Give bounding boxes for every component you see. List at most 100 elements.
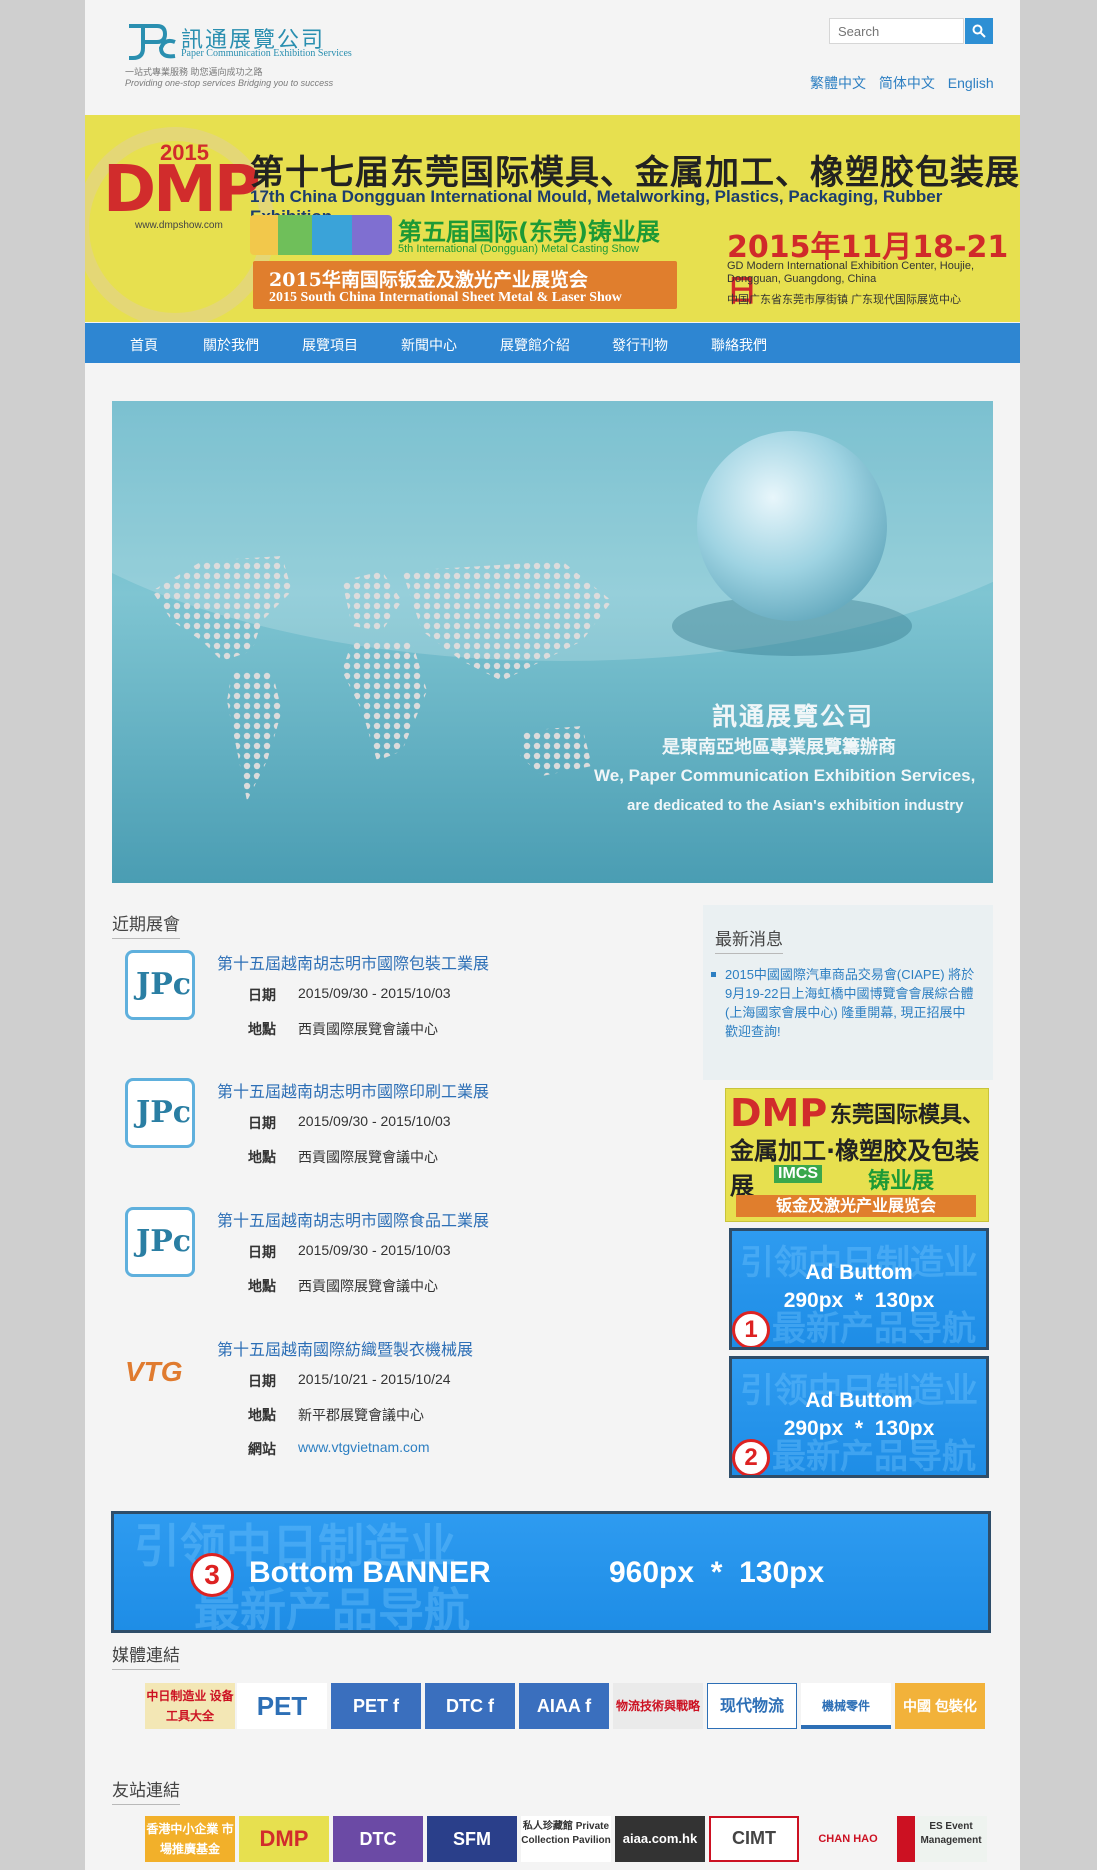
event-title[interactable]: 第十五屆越南胡志明市國際包裝工業展: [217, 950, 489, 974]
event-item: VTG 第十五屆越南國際紡織暨製衣機械展 日期 2015/10/21 - 201…: [125, 1336, 665, 1457]
nav-contact[interactable]: 聯絡我們: [711, 335, 767, 355]
news-item-link[interactable]: 2015中國國際汽車商品交易會(CIAPE) 將於9月19-22日上海虹橋中國博…: [711, 965, 975, 1041]
events-section-title: 近期展會: [112, 910, 180, 939]
hero-slogan-cn: 是東南亞地區專業展覽籌辦商: [662, 737, 896, 758]
ad-title: Ad Buttom: [805, 1261, 913, 1284]
hero-slogan-en-2: are dedicated to the Asian's exhibition …: [627, 797, 964, 814]
nav-about[interactable]: 關於我們: [203, 335, 259, 355]
dmp-logo: DMP: [103, 153, 261, 227]
media-logo[interactable]: 现代物流: [707, 1683, 797, 1729]
hero-company-cn: 訊通展覽公司: [712, 702, 875, 731]
media-logo[interactable]: PET f: [331, 1683, 421, 1729]
tagline-chinese: 一站式專業服務 助您邁向成功之路: [125, 67, 263, 77]
media-logo[interactable]: 中日制造业 设备工具大全: [145, 1683, 235, 1729]
nav-exhibitions[interactable]: 展覽項目: [302, 335, 358, 355]
event-venue-label: 地點: [248, 1021, 276, 1037]
search-input[interactable]: [829, 18, 964, 44]
header: 訊通展覽公司 Paper Communication Exhibition Se…: [85, 0, 1020, 115]
banner-venue-cn: 中国广东省东莞市厚街镇 广东现代国际展览中心: [727, 294, 962, 306]
media-logo[interactable]: AIAA f: [519, 1683, 609, 1729]
news-title: 最新消息: [715, 925, 783, 954]
side-casting-logo: IMCS: [774, 1165, 822, 1183]
event-venue: 西貢國際展覽會議中心: [298, 1278, 438, 1294]
logo-english-name: Paper Communication Exhibition Services: [181, 48, 352, 59]
side-dmp-title-2: 金属加工·橡塑胶及包装展: [730, 1137, 980, 1200]
friend-logo[interactable]: 香港中小企業 市場推廣基金: [145, 1816, 235, 1862]
nav-news[interactable]: 新聞中心: [401, 335, 457, 355]
ad-number-badge: 1: [732, 1311, 770, 1347]
page: 訊通展覽公司 Paper Communication Exhibition Se…: [85, 0, 1020, 1870]
language-switcher: 繁體中文 简体中文 English: [810, 73, 1003, 93]
event-venue: 西貢國際展覽會議中心: [298, 1149, 438, 1165]
search-icon: [972, 24, 986, 38]
event-logo[interactable]: JPc: [125, 1078, 195, 1148]
event-item: JPc 第十五屆越南胡志明市國際印刷工業展 日期 2015/09/30 - 20…: [125, 1078, 665, 1165]
event-title[interactable]: 第十五屆越南胡志明市國際食品工業展: [217, 1207, 489, 1231]
side-dmp-title-1: 东莞国际模具、: [830, 1103, 985, 1128]
event-date: 2015/09/30 - 2015/10/03: [298, 1113, 451, 1129]
media-logo[interactable]: 中國 包裝化: [895, 1683, 985, 1729]
event-logo[interactable]: JPc: [125, 950, 195, 1020]
ad-button-2[interactable]: 引领中日制造业 最新产品导航 Ad Buttom 290px * 130px 2: [729, 1356, 989, 1478]
company-logo-icon[interactable]: [125, 22, 177, 62]
event-logo[interactable]: JPc: [125, 1207, 195, 1277]
ad-button-1[interactable]: 引领中日制造业 最新产品导航 Ad Buttom 290px * 130px 1: [729, 1228, 989, 1350]
event-website-link[interactable]: www.vtgvietnam.com: [298, 1439, 429, 1455]
bottom-banner-title: Bottom BANNER: [249, 1556, 491, 1589]
side-dmp-ad[interactable]: DMP 东莞国际模具、 金属加工·橡塑胶及包装展 IMCS 铸业展 钣金及激光产…: [725, 1088, 989, 1222]
search-button[interactable]: [965, 18, 993, 44]
lang-traditional-link[interactable]: 繁體中文: [810, 75, 866, 91]
event-venue: 新平郡展覽會議中心: [298, 1407, 424, 1423]
ad-size: 290px * 130px: [783, 1289, 935, 1312]
event-title[interactable]: 第十五屆越南國際紡織暨製衣機械展: [217, 1336, 473, 1360]
side-casting-text: 铸业展: [868, 1169, 935, 1194]
hero-slideshow[interactable]: 訊通展覽公司 是東南亞地區專業展覽籌辦商 We, Paper Communica…: [112, 401, 993, 883]
globe-image: [697, 431, 887, 621]
friend-logo[interactable]: ES Event Management: [897, 1816, 987, 1862]
sheet-metal-show-en: 2015 South China International Sheet Met…: [269, 290, 622, 305]
nav-venues[interactable]: 展覽館介紹: [500, 335, 570, 355]
event-date: 2015/09/30 - 2015/10/03: [298, 1242, 451, 1258]
friend-logo[interactable]: CIMT: [709, 1816, 799, 1862]
friend-logo[interactable]: SFM: [427, 1816, 517, 1862]
lang-simplified-link[interactable]: 简体中文: [879, 75, 935, 91]
event-date-label: 日期: [248, 1115, 276, 1131]
friend-logo[interactable]: DTC: [333, 1816, 423, 1862]
main-nav: 首頁 關於我們 展覽項目 新聞中心 展覽館介紹 發行刊物 聯絡我們: [85, 323, 1020, 363]
event-venue: 西貢國際展覽會議中心: [298, 1021, 438, 1037]
ad-size: 290px * 130px: [783, 1417, 935, 1440]
lang-english-link[interactable]: English: [948, 75, 994, 91]
media-logo[interactable]: PET: [237, 1683, 327, 1729]
media-section-title: 媒體連結: [112, 1641, 180, 1670]
event-logo[interactable]: VTG: [125, 1356, 183, 1388]
sheet-metal-show-box: 2015华南国际钣金及激光产业展览会 2015 South China Inte…: [253, 261, 677, 309]
event-item: JPc 第十五屆越南胡志明市國際食品工業展 日期 2015/09/30 - 20…: [125, 1207, 665, 1294]
dmp-header-banner[interactable]: 2015 DMP www.dmpshow.com 第十七届东莞国际模具、金属加工…: [85, 115, 1020, 322]
bottom-banner-size: 960px * 130px: [609, 1556, 825, 1589]
side-dmp-logo: DMP: [730, 1091, 828, 1135]
event-date-label: 日期: [248, 1244, 276, 1260]
ad-number-badge: 3: [190, 1553, 234, 1597]
nav-publications[interactable]: 發行刊物: [612, 335, 668, 355]
nav-home[interactable]: 首頁: [130, 335, 158, 355]
news-box: 最新消息 2015中國國際汽車商品交易會(CIAPE) 將於9月19-22日上海…: [703, 905, 993, 1080]
event-item: JPc 第十五屆越南胡志明市國際包裝工業展 日期 2015/09/30 - 20…: [125, 950, 665, 1037]
friend-logo[interactable]: 私人珍藏館 Private Collection Pavilion: [521, 1816, 611, 1862]
event-date-label: 日期: [248, 987, 276, 1003]
friend-logo[interactable]: CHAN HAO: [803, 1816, 893, 1862]
banner-venue-en: GD Modern International Exhibition Cente…: [727, 260, 975, 285]
friend-logo[interactable]: aiaa.com.hk: [615, 1816, 705, 1862]
friends-section-title: 友站連結: [112, 1776, 180, 1805]
event-date: 2015/09/30 - 2015/10/03: [298, 985, 451, 1001]
friend-logo[interactable]: DMP: [239, 1816, 329, 1862]
tagline-english: Providing one-stop services Bridging you…: [125, 78, 334, 88]
media-logo[interactable]: 物流技術與戰略: [613, 1683, 703, 1729]
media-logo[interactable]: 機械零件: [801, 1683, 891, 1729]
media-logo[interactable]: DTC f: [425, 1683, 515, 1729]
casting-show-logo: [250, 215, 392, 255]
event-venue-label: 地點: [248, 1278, 276, 1294]
event-title[interactable]: 第十五屆越南胡志明市國際印刷工業展: [217, 1078, 489, 1102]
event-date: 2015/10/21 - 2015/10/24: [298, 1371, 451, 1387]
bottom-banner-ad[interactable]: 引领中日制造业 最新产品导航 3 Bottom BANNER 960px * 1…: [111, 1511, 991, 1633]
ad-number-badge: 2: [732, 1439, 770, 1475]
